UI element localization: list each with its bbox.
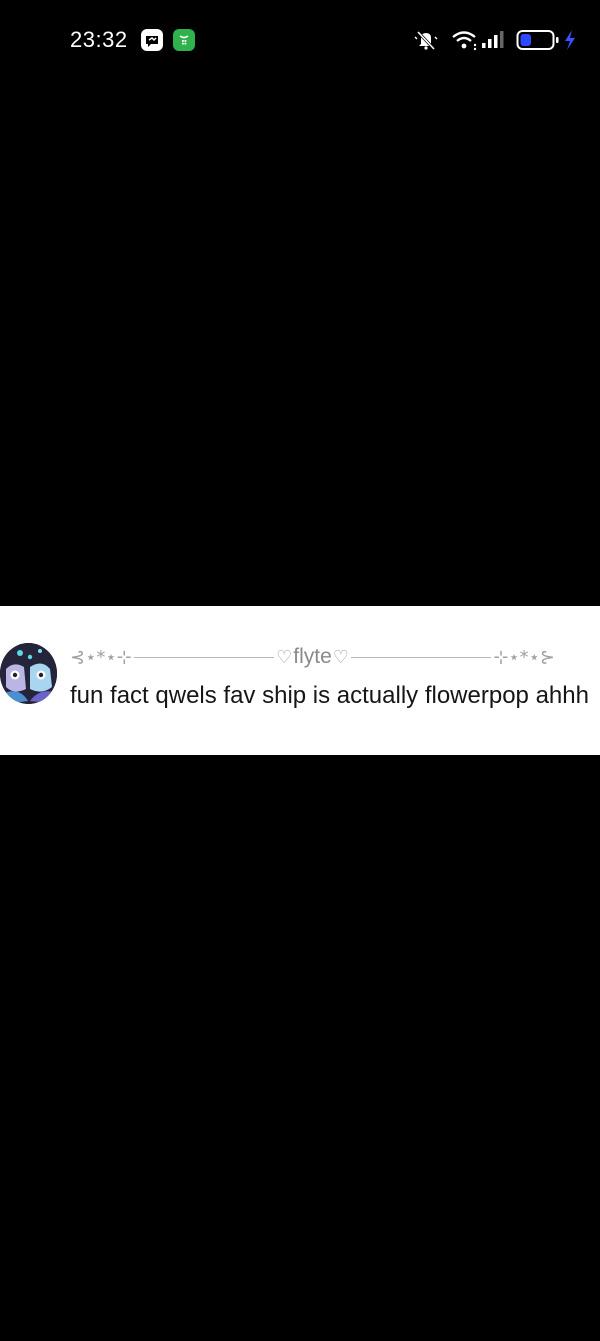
wifi-icon — [452, 31, 477, 51]
wechat-app-icon — [173, 29, 195, 51]
mute-bell-icon — [414, 30, 438, 51]
username-decoration-right: ⊹⋆*⋆⊱ — [493, 646, 556, 668]
comment-card: ⊰⋆*⋆⊹ ♡ flyte ♡ ⊹⋆*⋆⊱ fun fact qwels fav… — [0, 606, 600, 755]
avatar[interactable] — [0, 643, 57, 704]
messenger-app-icon — [141, 29, 163, 51]
username-decoration-left: ⊰⋆*⋆⊹ — [70, 646, 132, 668]
status-icons — [412, 28, 582, 52]
signal-icon — [482, 31, 504, 48]
heart-icon-left: ♡ — [276, 646, 293, 668]
charging-bolt-icon — [565, 30, 575, 50]
username[interactable]: flyte — [292, 645, 333, 669]
divider-line-right — [350, 656, 492, 658]
divider-line-left — [133, 656, 275, 658]
username-row[interactable]: ⊰⋆*⋆⊹ ♡ flyte ♡ ⊹⋆*⋆⊱ — [70, 642, 555, 672]
status-bar: 23:32 — [0, 0, 600, 80]
status-time: 23:32 — [70, 27, 128, 52]
battery-icon — [516, 30, 559, 50]
heart-icon-right: ♡ — [332, 646, 349, 668]
comment-text: fun fact qwels fav ship is actually flow… — [70, 682, 589, 709]
